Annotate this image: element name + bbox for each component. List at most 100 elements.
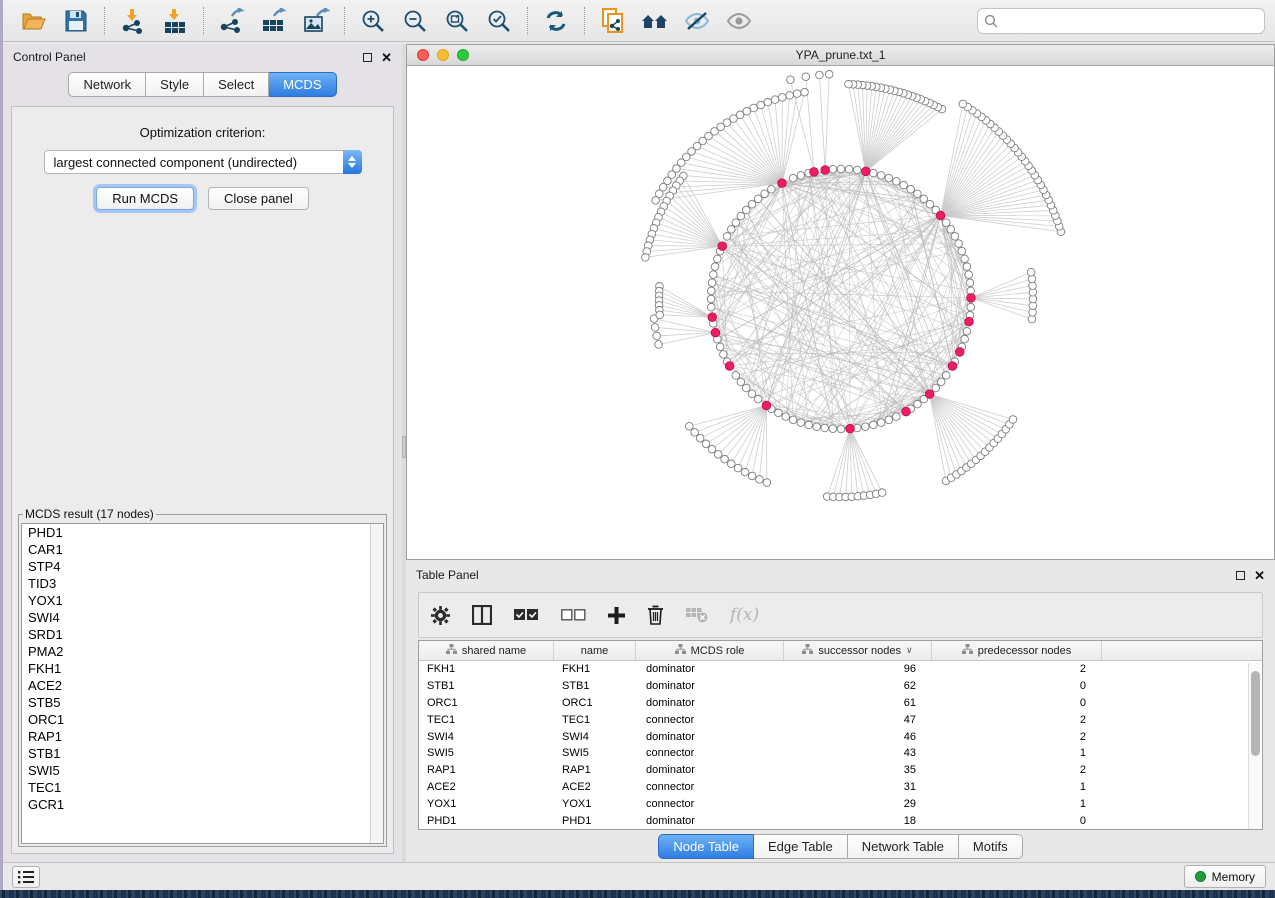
table-scrollbar[interactable] bbox=[1248, 663, 1261, 829]
graph-node[interactable] bbox=[914, 190, 922, 198]
tab-node-table[interactable]: Node Table bbox=[658, 834, 754, 859]
export-table-icon[interactable] bbox=[257, 4, 291, 38]
mcds-result-item[interactable]: CAR1 bbox=[22, 541, 383, 558]
graph-node[interactable] bbox=[778, 179, 787, 188]
graph-node[interactable] bbox=[955, 348, 964, 357]
network-canvas[interactable] bbox=[407, 66, 1274, 558]
close-panel-button[interactable]: Close panel bbox=[208, 187, 309, 210]
minimize-window-icon[interactable] bbox=[437, 49, 449, 61]
graph-node[interactable] bbox=[900, 181, 908, 189]
mcds-result-item[interactable]: STP4 bbox=[22, 558, 383, 575]
graph-node[interactable] bbox=[775, 409, 783, 417]
graph-node[interactable] bbox=[710, 271, 718, 279]
graph-node[interactable] bbox=[754, 395, 762, 403]
float-panel-icon[interactable] bbox=[1236, 571, 1245, 580]
run-mcds-button[interactable]: Run MCDS bbox=[96, 187, 194, 210]
graph-node[interactable] bbox=[805, 421, 813, 429]
table-row[interactable]: RAP1RAP1dominator352 bbox=[419, 762, 1262, 779]
graph-node[interactable] bbox=[947, 226, 955, 234]
memory-button[interactable]: Memory bbox=[1184, 865, 1266, 888]
graph-node[interactable] bbox=[1027, 268, 1035, 276]
graph-node[interactable] bbox=[948, 362, 957, 371]
table-row[interactable]: STB1STB1dominator620 bbox=[419, 678, 1262, 695]
close-panel-icon[interactable]: ✕ bbox=[381, 53, 392, 62]
mcds-result-item[interactable]: ACE2 bbox=[22, 677, 383, 694]
tab-network[interactable]: Network bbox=[68, 72, 146, 97]
zoom-in-icon[interactable] bbox=[356, 4, 390, 38]
mcds-result-item[interactable]: GCR1 bbox=[22, 796, 383, 813]
graph-node[interactable] bbox=[877, 172, 885, 180]
graph-node[interactable] bbox=[742, 206, 750, 214]
graph-node[interactable] bbox=[955, 240, 963, 248]
graph-node[interactable] bbox=[754, 195, 762, 203]
graph-node[interactable] bbox=[711, 263, 719, 271]
mcds-result-item[interactable]: SWI4 bbox=[22, 609, 383, 626]
graph-node[interactable] bbox=[768, 185, 776, 193]
graph-node[interactable] bbox=[862, 167, 871, 176]
graph-node[interactable] bbox=[961, 335, 969, 343]
graph-node[interactable] bbox=[914, 400, 922, 408]
graph-node[interactable] bbox=[696, 434, 704, 442]
graph-node[interactable] bbox=[714, 255, 722, 263]
graph-node[interactable] bbox=[801, 88, 809, 96]
graph-node[interactable] bbox=[966, 279, 974, 287]
graph-node[interactable] bbox=[937, 378, 945, 386]
mcds-result-item[interactable]: SRD1 bbox=[22, 626, 383, 643]
graph-node[interactable] bbox=[853, 166, 861, 174]
graph-node[interactable] bbox=[742, 384, 750, 392]
graph-node[interactable] bbox=[942, 372, 950, 380]
graph-node[interactable] bbox=[711, 328, 720, 337]
maximize-window-icon[interactable] bbox=[457, 49, 469, 61]
graph-node[interactable] bbox=[716, 343, 724, 351]
import-network-icon[interactable] bbox=[116, 4, 150, 38]
graph-node[interactable] bbox=[707, 303, 715, 311]
mcds-result-item[interactable]: TID3 bbox=[22, 575, 383, 592]
mcds-result-item[interactable]: STB1 bbox=[22, 745, 383, 762]
graph-node[interactable] bbox=[951, 233, 959, 241]
graph-node[interactable] bbox=[797, 419, 805, 427]
graph-node[interactable] bbox=[762, 401, 771, 410]
graph-node[interactable] bbox=[846, 424, 855, 433]
graph-node[interactable] bbox=[723, 233, 731, 241]
graph-node[interactable] bbox=[942, 219, 950, 227]
graph-node[interactable] bbox=[926, 200, 934, 208]
tab-select[interactable]: Select bbox=[204, 72, 269, 97]
tab-motifs[interactable]: Motifs bbox=[959, 834, 1023, 859]
close-panel-icon[interactable]: ✕ bbox=[1254, 571, 1265, 580]
graph-node[interactable] bbox=[725, 362, 734, 371]
close-window-icon[interactable] bbox=[417, 49, 429, 61]
graph-node[interactable] bbox=[965, 317, 974, 326]
refresh-icon[interactable] bbox=[539, 4, 573, 38]
import-table-icon[interactable] bbox=[158, 4, 192, 38]
graph-node[interactable] bbox=[961, 255, 969, 263]
graph-node[interactable] bbox=[686, 422, 694, 430]
zoom-selected-icon[interactable] bbox=[482, 4, 516, 38]
graph-node[interactable] bbox=[893, 413, 901, 421]
create-column-icon[interactable] bbox=[608, 607, 625, 624]
graph-node[interactable] bbox=[756, 476, 764, 484]
hide-selected-eye-icon[interactable] bbox=[680, 4, 714, 38]
deselect-all-columns-icon[interactable] bbox=[561, 609, 586, 622]
graph-node[interactable] bbox=[958, 247, 966, 255]
graph-node[interactable] bbox=[727, 226, 735, 234]
table-row[interactable]: PHD1PHD1dominator180 bbox=[419, 812, 1262, 829]
graph-node[interactable] bbox=[707, 295, 715, 303]
graph-node[interactable] bbox=[870, 421, 878, 429]
graph-node[interactable] bbox=[761, 190, 769, 198]
graph-node[interactable] bbox=[793, 90, 801, 98]
graph-node[interactable] bbox=[782, 413, 790, 421]
graph-node[interactable] bbox=[718, 242, 727, 251]
mcds-result-item[interactable]: PHD1 bbox=[22, 524, 383, 541]
export-network-icon[interactable] bbox=[215, 4, 249, 38]
table-row[interactable]: ACE2ACE2connector311 bbox=[419, 779, 1262, 796]
graph-node[interactable] bbox=[810, 168, 819, 177]
graph-node[interactable] bbox=[963, 263, 971, 271]
graph-node[interactable] bbox=[771, 96, 779, 104]
graph-node[interactable] bbox=[748, 472, 756, 480]
graph-node[interactable] bbox=[786, 92, 794, 100]
graph-node[interactable] bbox=[936, 211, 945, 220]
graph-node[interactable] bbox=[763, 479, 771, 487]
table-scrollbar-thumb[interactable] bbox=[1251, 671, 1260, 756]
graph-node[interactable] bbox=[925, 390, 934, 399]
graph-node[interactable] bbox=[708, 279, 716, 287]
